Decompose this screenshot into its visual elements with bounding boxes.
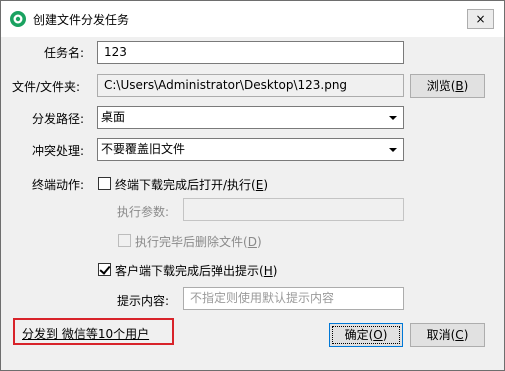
cancel-button[interactable]: 取消(C) xyxy=(410,323,485,347)
task-name-label: 任务名: xyxy=(44,46,85,60)
chevron-down-icon xyxy=(389,116,397,120)
client-popup-label: 客户端下载完成后弹出提示(H) xyxy=(115,264,278,278)
conflict-value: 不要覆盖旧文件 xyxy=(101,142,186,156)
window-title: 创建文件分发任务 xyxy=(33,13,130,27)
file-path-field[interactable]: C:\Users\Administrator\Desktop\123.png xyxy=(97,74,404,97)
delete-after-label: 执行完毕后删除文件(D) xyxy=(135,235,262,249)
browse-button[interactable]: 浏览(B) xyxy=(410,74,485,98)
file-path-value: C:\Users\Administrator\Desktop\123.png xyxy=(104,78,348,92)
exec-params-label: 执行参数: xyxy=(117,205,170,219)
prompt-input[interactable]: 不指定则使用默认提示内容 xyxy=(183,287,404,310)
task-name-input[interactable]: 123 xyxy=(97,41,404,64)
file-label: 文件/文件夹: xyxy=(12,80,81,94)
dialog-window: 创建文件分发任务 × 任务名: 123 文件/文件夹: C:\Users\Adm… xyxy=(0,0,505,371)
terminal-action-label: 终端动作: xyxy=(32,178,85,192)
path-label: 分发路径: xyxy=(32,112,85,126)
title-bar[interactable]: 创建文件分发任务 × xyxy=(1,1,504,37)
path-select[interactable]: 桌面 xyxy=(97,106,404,129)
prompt-label: 提示内容: xyxy=(117,294,170,308)
path-value: 桌面 xyxy=(101,110,126,124)
app-logo-icon xyxy=(10,11,26,27)
delete-after-checkbox[interactable] xyxy=(118,234,131,247)
chevron-down-icon xyxy=(389,148,397,152)
distribute-highlight: 分发到 微信等10个用户 xyxy=(13,318,174,345)
ok-button[interactable]: 确定(O) xyxy=(329,323,403,347)
conflict-label: 冲突处理: xyxy=(32,144,85,158)
close-icon: × xyxy=(475,12,486,26)
open-after-label: 终端下载完成后打开/执行(E) xyxy=(115,178,269,192)
client-popup-checkbox[interactable] xyxy=(98,263,111,276)
exec-params-input[interactable] xyxy=(183,198,404,221)
prompt-placeholder: 不指定则使用默认提示内容 xyxy=(190,291,335,305)
conflict-select[interactable]: 不要覆盖旧文件 xyxy=(97,138,404,161)
distribute-link[interactable]: 分发到 微信等10个用户 xyxy=(22,325,149,342)
open-after-checkbox[interactable] xyxy=(98,177,111,190)
close-button[interactable]: × xyxy=(467,9,494,29)
task-name-value: 123 xyxy=(104,45,127,59)
